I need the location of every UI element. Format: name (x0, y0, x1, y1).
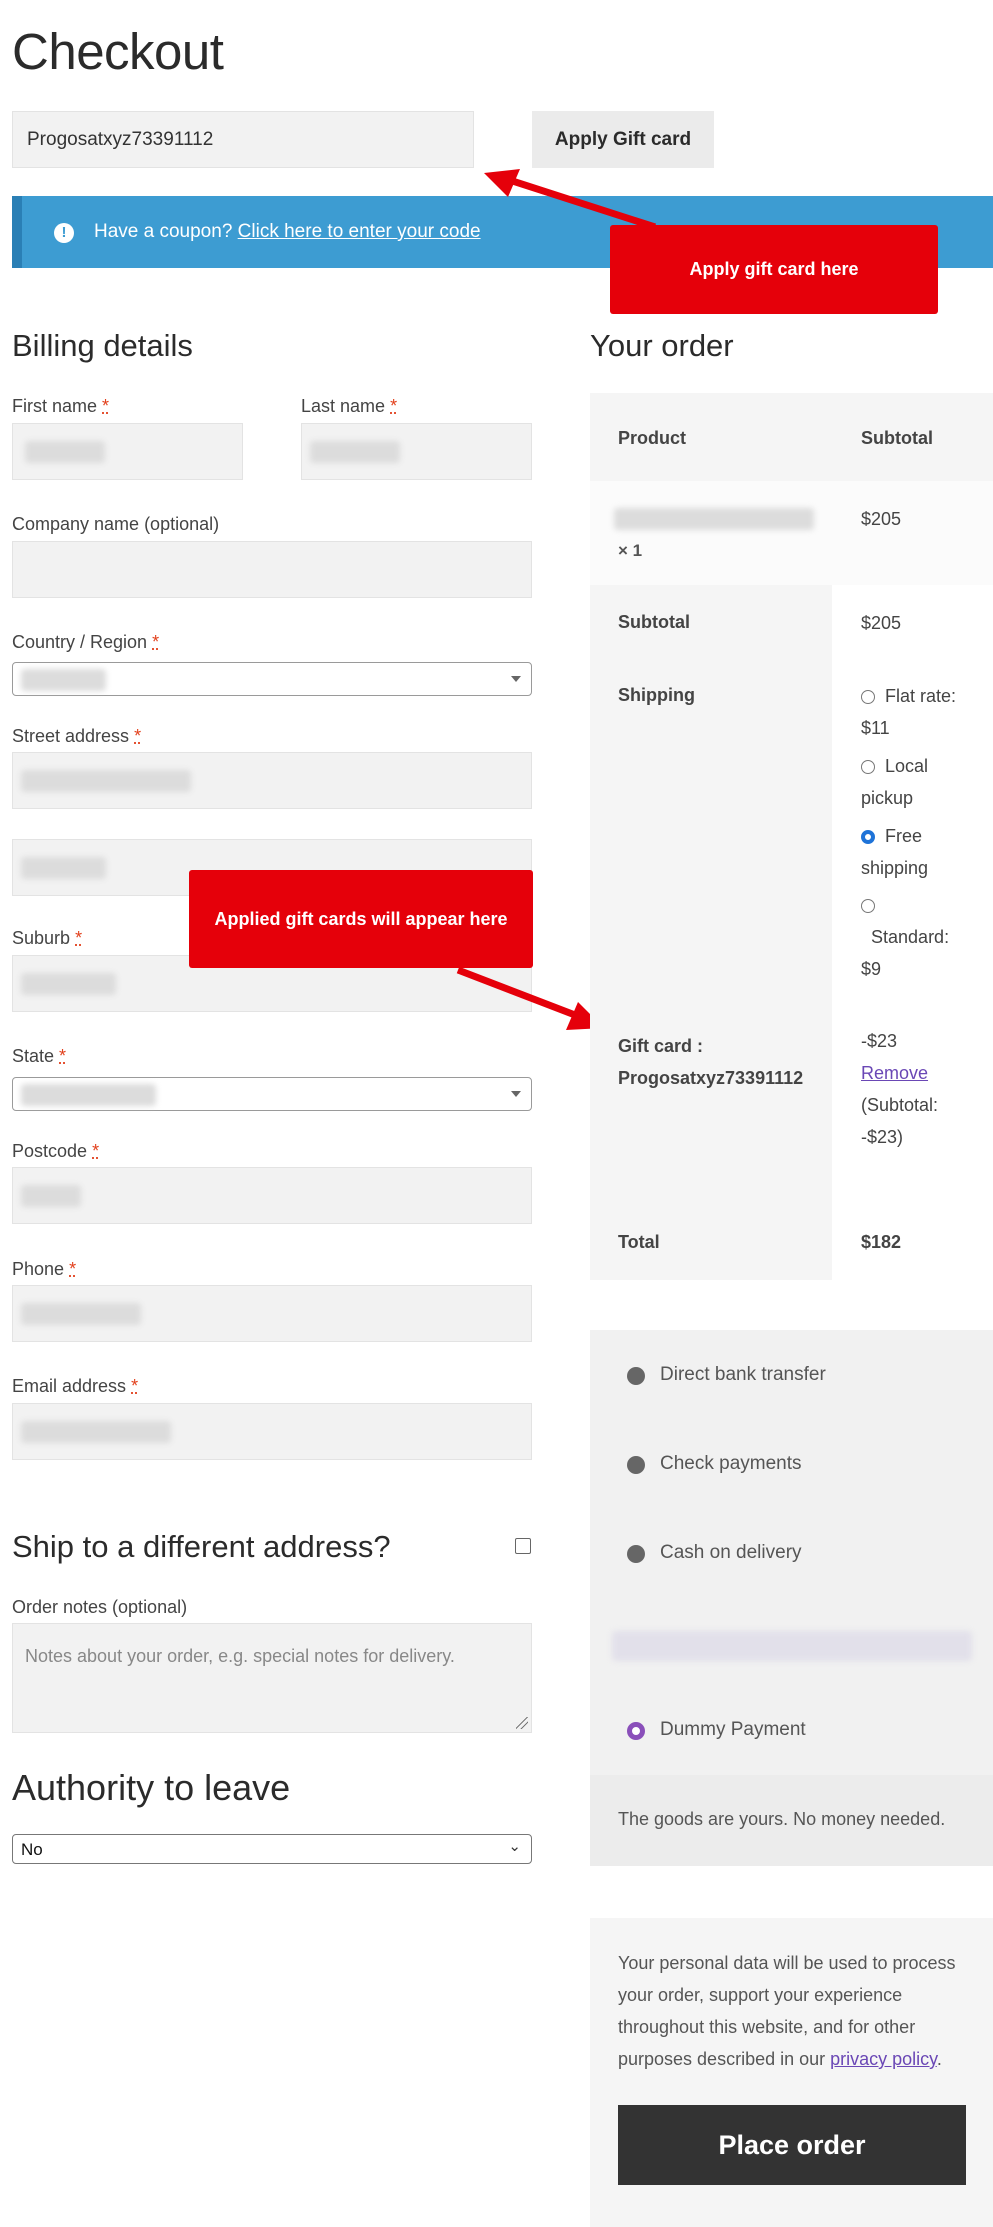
shipping-option-standard[interactable]: Standard: $9 (861, 889, 949, 985)
phone-label: Phone * (12, 1259, 77, 1279)
col-product: Product (618, 428, 687, 448)
shipping-option-flat[interactable]: Flat rate: $11 (861, 680, 956, 744)
order-item-row (590, 481, 993, 585)
payment-bank-label[interactable]: Direct bank transfer (660, 1364, 826, 1386)
coupon-prefix: Have a coupon? (94, 221, 233, 242)
first-name-field[interactable] (12, 423, 243, 480)
item-price: $205 (861, 509, 902, 529)
order-notes-label: Order notes (optional) (12, 1597, 188, 1617)
authority-select[interactable]: No ⌄ (12, 1834, 532, 1864)
email-label: Email address * (12, 1376, 139, 1396)
payment-check-label[interactable]: Check payments (660, 1453, 802, 1475)
coupon-notice: Have a coupon? Click here to enter your … (94, 221, 481, 243)
info-icon: ! (54, 223, 74, 243)
radio-local-pickup[interactable] (861, 760, 875, 775)
phone-field[interactable] (12, 1285, 532, 1342)
suburb-label: Suburb * (12, 928, 83, 948)
total-label: Total (618, 1232, 660, 1252)
authority-heading: Authority to leave (12, 1767, 291, 1808)
ship-different-checkbox[interactable] (515, 1538, 531, 1554)
place-order-button[interactable]: Place order (618, 2105, 966, 2185)
page-title: Checkout (12, 23, 224, 80)
street-address-field[interactable] (12, 752, 532, 809)
street-label: Street address * (12, 726, 142, 746)
first-name-label: First name * (12, 396, 110, 416)
country-label: Country / Region * (12, 632, 160, 652)
company-field[interactable] (12, 541, 532, 598)
shipping-option-free[interactable]: Free shipping (861, 820, 928, 884)
ship-different-heading: Ship to a different address? (12, 1529, 391, 1564)
callout-arrow-apply (484, 169, 657, 231)
postcode-label: Postcode * (12, 1141, 100, 1161)
country-select[interactable] (12, 662, 532, 696)
state-select[interactable] (12, 1077, 532, 1111)
chevron-down-icon (511, 1091, 521, 1097)
item-qty: × 1 (618, 541, 643, 560)
resize-grip-icon[interactable] (516, 1717, 528, 1729)
total-value: $182 (861, 1232, 902, 1252)
radio-flat-rate[interactable] (861, 690, 875, 705)
privacy-policy-link[interactable]: privacy policy (830, 2049, 937, 2069)
order-heading: Your order (590, 328, 734, 363)
state-label: State * (12, 1046, 67, 1066)
chevron-down-icon: ⌄ (508, 1838, 521, 1855)
privacy-text: Your personal data will be used to proce… (618, 1953, 956, 2069)
billing-heading: Billing details (12, 328, 193, 363)
payment-cod-label[interactable]: Cash on delivery (660, 1542, 802, 1564)
radio-standard[interactable] (861, 899, 875, 914)
email-field[interactable] (12, 1403, 532, 1460)
subtotal-label: Subtotal (618, 612, 690, 632)
product-name (614, 508, 814, 530)
gift-card-row-value: -$23 Remove (Subtotal: -$23) (861, 1031, 939, 1147)
callout-arrow-applied (456, 966, 604, 1030)
gift-card-row-label: Gift card : Progosatxyz73391112 (618, 1036, 804, 1088)
payment-radio-cod[interactable] (627, 1545, 645, 1563)
subtotal-value: $205 (861, 613, 902, 633)
shipping-label: Shipping (618, 685, 695, 705)
shipping-option-local[interactable]: Local pickup (861, 750, 928, 814)
payment-blurred-method[interactable] (612, 1631, 972, 1661)
postcode-field[interactable] (12, 1167, 532, 1224)
payment-radio-bank[interactable] (627, 1367, 645, 1385)
apply-gift-card-button[interactable]: Apply Gift card (532, 111, 714, 168)
order-notes-placeholder: Notes about your order, e.g. special not… (25, 1646, 455, 1666)
chevron-down-icon (511, 676, 521, 682)
last-name-label: Last name * (301, 396, 398, 416)
callout-applied-gift-cards: Applied gift cards will appear here (189, 870, 533, 968)
remove-gift-card-link[interactable]: Remove (861, 1063, 928, 1083)
payment-description: The goods are yours. No money needed. (618, 1809, 946, 1829)
company-label: Company name (optional) (12, 514, 220, 534)
enter-coupon-link[interactable]: Click here to enter your code (238, 221, 481, 242)
payment-radio-dummy[interactable] (627, 1722, 645, 1740)
radio-free-shipping[interactable] (861, 830, 875, 845)
last-name-field[interactable] (301, 423, 532, 480)
gift-card-input[interactable]: Progosatxyz73391112 (12, 111, 474, 168)
col-subtotal: Subtotal (861, 428, 933, 448)
order-notes-textarea[interactable]: Notes about your order, e.g. special not… (12, 1623, 532, 1733)
payment-dummy-label[interactable]: Dummy Payment (660, 1719, 806, 1741)
payment-radio-check[interactable] (627, 1456, 645, 1474)
authority-selected: No (21, 1840, 43, 1859)
